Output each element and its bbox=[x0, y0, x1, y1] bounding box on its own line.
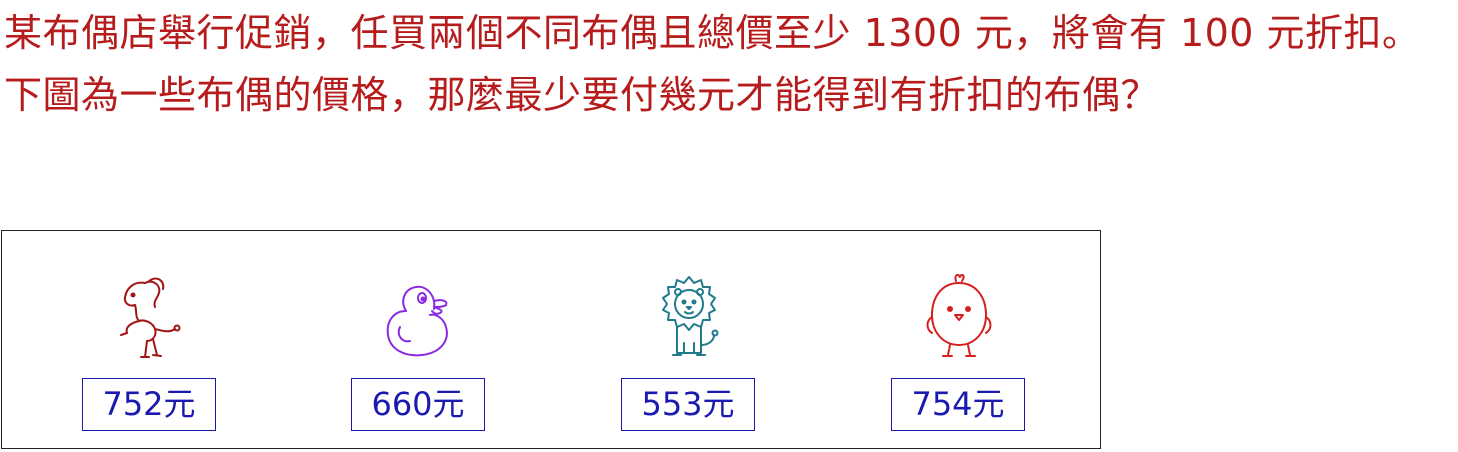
toy-item-duck: 660元 bbox=[349, 271, 489, 441]
question-text: 某布偶店舉行促銷，任買兩個不同布偶且總價至少 1300 元，將會有 100 元折… bbox=[4, 11, 1421, 117]
toy-item-chick: 754元 bbox=[889, 271, 1029, 441]
price-value: 660 bbox=[371, 385, 433, 423]
price-unit: 元 bbox=[432, 385, 465, 423]
toy-item-lion: 553元 bbox=[619, 271, 759, 441]
duck-icon bbox=[386, 285, 448, 357]
price-unit: 元 bbox=[702, 385, 735, 423]
price-value: 754 bbox=[911, 385, 973, 423]
toy-price-panel: 752元 660元 553元 754元 bbox=[1, 230, 1101, 449]
price-tag: 754元 bbox=[891, 378, 1025, 431]
price-unit: 元 bbox=[972, 385, 1005, 423]
price-unit: 元 bbox=[163, 385, 196, 423]
price-tag: 660元 bbox=[351, 378, 485, 431]
chick-icon bbox=[926, 273, 992, 357]
price-tag: 752元 bbox=[82, 378, 216, 431]
horse-icon bbox=[120, 277, 181, 358]
toy-item-horse: 752元 bbox=[80, 271, 220, 441]
price-value: 752 bbox=[102, 385, 164, 423]
price-value: 553 bbox=[641, 385, 703, 423]
price-tag: 553元 bbox=[621, 378, 755, 431]
lion-icon bbox=[662, 276, 719, 356]
